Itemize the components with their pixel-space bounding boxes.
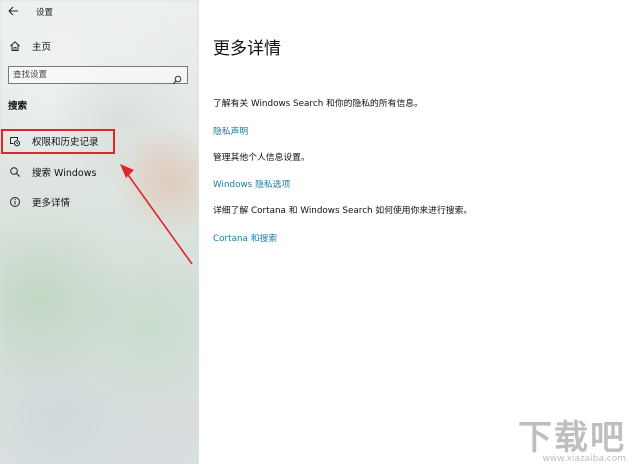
back-arrow-icon[interactable] xyxy=(8,6,22,19)
privacy-statement-link[interactable]: 隐私声明 xyxy=(213,124,248,137)
search-icon[interactable] xyxy=(172,70,182,89)
settings-search-box[interactable] xyxy=(8,66,188,85)
sidebar-item-search-windows[interactable]: 搜索 Windows xyxy=(0,160,199,184)
title-bar: 设置 xyxy=(8,4,53,20)
info-icon xyxy=(8,195,22,209)
sidebar: 设置 主页 搜索 权限和历史记录 搜索 Windows xyxy=(0,0,199,464)
cortana-search-link[interactable]: Cortana 和搜索 xyxy=(213,231,277,244)
watermark-logo: 下载吧 xyxy=(518,418,626,458)
windows-privacy-options-link[interactable]: Windows 隐私选项 xyxy=(213,177,290,190)
home-label: 主页 xyxy=(32,42,52,53)
cortana-description-text: 详细了解 Cortana 和 Windows Search 如何使用你来进行搜索… xyxy=(213,206,473,216)
personal-info-text: 管理其他个人信息设置。 xyxy=(213,153,310,163)
annotation-highlight-box xyxy=(1,129,115,154)
app-title: 设置 xyxy=(36,8,54,18)
privacy-description-text: 了解有关 Windows Search 和你的隐私的所有信息。 xyxy=(213,99,423,109)
home-icon xyxy=(8,39,22,53)
settings-search-input[interactable] xyxy=(13,70,173,80)
page-title: 更多详情 xyxy=(213,39,281,59)
main-content: 更多详情 了解有关 Windows Search 和你的隐私的所有信息。 隐私声… xyxy=(199,0,632,464)
sidebar-item-label: 更多详情 xyxy=(32,198,71,209)
section-title: 搜索 xyxy=(8,101,28,112)
home-nav-item[interactable]: 主页 xyxy=(8,38,51,54)
sidebar-item-label: 搜索 Windows xyxy=(32,168,97,179)
watermark: 下载吧 www.xiazaiba.com xyxy=(518,420,626,464)
sidebar-item-more-details[interactable]: 更多详情 xyxy=(0,190,199,214)
search-icon xyxy=(8,165,22,179)
